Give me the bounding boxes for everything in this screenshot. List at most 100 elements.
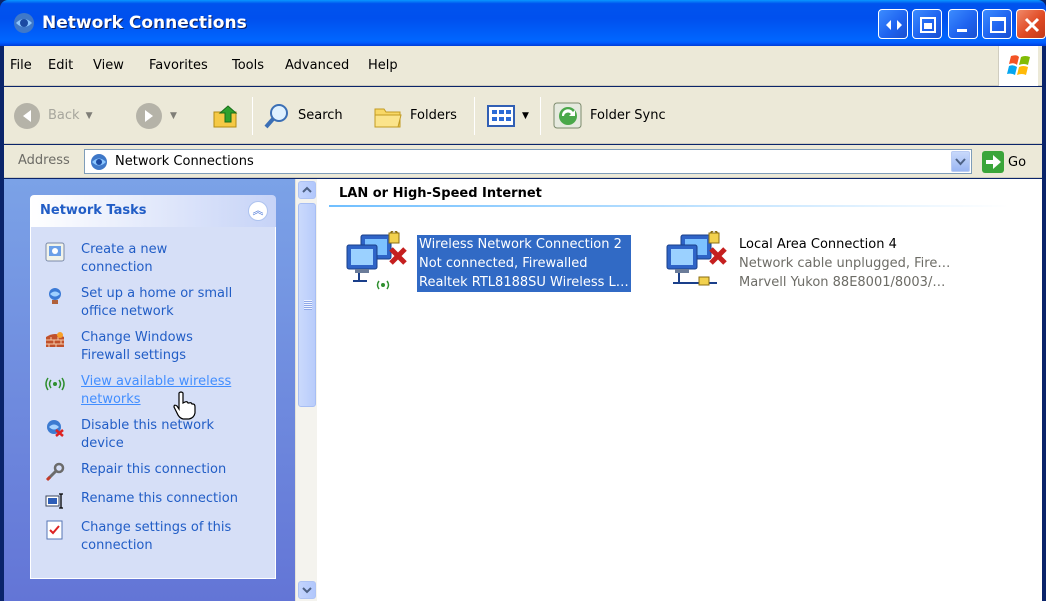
- task-change-settings[interactable]: Change settings of this connection: [45, 519, 270, 557]
- menu-view[interactable]: View: [93, 58, 124, 73]
- task-pane: Network Tasks ︽ Create a new connection: [4, 179, 295, 601]
- go-button[interactable]: Go: [982, 150, 1026, 174]
- connections-view[interactable]: LAN or High-Speed Internet Wireless Netw…: [317, 179, 1042, 601]
- back-dropdown-icon[interactable]: ▼: [86, 111, 93, 121]
- task-label: Firewall settings: [81, 348, 186, 363]
- menu-advanced[interactable]: Advanced: [285, 58, 349, 73]
- scroll-up-button[interactable]: [298, 181, 316, 199]
- connection-device: Realtek RTL8188SU Wireless L…: [417, 273, 631, 292]
- menu-favorites[interactable]: Favorites: [149, 58, 208, 73]
- wireless-icon: [45, 377, 65, 391]
- windows-flag-icon: [1007, 55, 1030, 75]
- up-folder-icon: [213, 104, 238, 127]
- collapse-chevron-icon[interactable]: ︽: [248, 201, 268, 221]
- task-label: View available wireless: [81, 374, 232, 389]
- task-set-up-home-network[interactable]: Set up a home or small office network: [45, 285, 270, 323]
- home-network-icon: [49, 288, 61, 304]
- back-label: Back: [48, 108, 80, 123]
- windows-logo: [998, 46, 1038, 86]
- minimize-icon: [957, 29, 967, 32]
- folder-sync-button[interactable]: Folder Sync: [552, 87, 666, 144]
- forward-dropdown-icon[interactable]: ▼: [170, 111, 177, 121]
- task-view-available-wireless-networks[interactable]: View available wireless networks: [45, 373, 270, 420]
- task-label: networks: [81, 392, 141, 407]
- folders-button[interactable]: Folders: [372, 87, 457, 144]
- scroll-down-button[interactable]: [298, 581, 316, 599]
- connection-device: Marvell Yukon 88E8001/8003/…: [739, 275, 946, 290]
- views-button[interactable]: ▼: [486, 87, 529, 144]
- task-label: Create a new: [81, 242, 168, 257]
- go-label: Go: [1008, 154, 1027, 170]
- repair-icon: [45, 462, 65, 482]
- task-rename-connection[interactable]: Rename this connection: [45, 490, 270, 512]
- connection-name: Local Area Connection 4: [739, 237, 897, 252]
- window-icon: [920, 17, 936, 33]
- views-dropdown-icon[interactable]: ▼: [522, 111, 529, 121]
- task-repair-connection[interactable]: Repair this connection: [45, 461, 270, 483]
- address-label: Address: [18, 153, 70, 168]
- network-tasks-title: Network Tasks: [40, 203, 147, 218]
- connection-details: Wireless Network Connection 2 Not connec…: [417, 235, 631, 292]
- arrows-icon: [886, 20, 902, 30]
- new-connection-icon: [45, 242, 65, 262]
- back-button[interactable]: Back ▼: [12, 87, 92, 144]
- close-button[interactable]: [1016, 9, 1046, 39]
- network-connections-icon: [91, 154, 107, 170]
- go-arrow-icon: [982, 151, 1004, 173]
- task-label: office network: [81, 304, 174, 319]
- address-bar: Address Network Connections Go: [4, 145, 1042, 178]
- network-tasks-list: Create a new connection Set up a home or…: [30, 227, 276, 579]
- toolbar-separator: [474, 97, 475, 135]
- task-label: Rename this connection: [81, 491, 238, 506]
- toolbar: Back ▼ ▼ Search Folders ▼ Folder Sync: [4, 87, 1042, 144]
- connection-local-area[interactable]: Local Area Connection 4 Network cable un…: [659, 231, 979, 291]
- address-dropdown-button[interactable]: [951, 151, 970, 172]
- task-create-new-connection[interactable]: Create a new connection: [45, 241, 270, 279]
- window-title: Network Connections: [42, 13, 247, 33]
- task-label: Disable this network: [81, 418, 215, 433]
- network-tasks-header[interactable]: Network Tasks ︽: [30, 195, 276, 227]
- window: Network Connections File Edit View Favor…: [0, 0, 1046, 601]
- task-label: device: [81, 436, 124, 451]
- firewall-icon: [46, 332, 64, 347]
- task-label: Change Windows: [81, 330, 193, 345]
- settings-icon: [46, 520, 63, 540]
- forward-button[interactable]: ▼: [134, 87, 177, 144]
- title-bar[interactable]: Network Connections: [0, 0, 1046, 46]
- task-label: connection: [81, 538, 153, 553]
- help-context-button[interactable]: [878, 9, 908, 39]
- network-connections-icon: [14, 13, 34, 33]
- scroll-thumb[interactable]: [298, 203, 316, 407]
- task-disable-network-device[interactable]: Disable this network device: [45, 417, 270, 455]
- disable-device-icon: [47, 420, 64, 437]
- menu-help[interactable]: Help: [368, 58, 398, 73]
- maximize-button[interactable]: [982, 9, 1012, 39]
- connection-status: Not connected, Firewalled: [417, 254, 631, 273]
- rename-icon: [45, 493, 63, 509]
- menu-file[interactable]: File: [10, 58, 32, 73]
- close-icon: [1024, 17, 1040, 33]
- task-pane-scrollbar[interactable]: [295, 179, 317, 601]
- menu-tools[interactable]: Tools: [232, 58, 264, 73]
- group-divider: [329, 205, 1009, 207]
- minimize-button[interactable]: [948, 9, 978, 39]
- wireless-connection-icon: [346, 231, 407, 290]
- restore-tile-button[interactable]: [912, 9, 942, 39]
- task-label: Change settings of this: [81, 520, 232, 535]
- task-change-firewall-settings[interactable]: Change Windows Firewall settings: [45, 329, 270, 367]
- task-label: Repair this connection: [81, 462, 227, 477]
- connection-details: Local Area Connection 4 Network cable un…: [737, 235, 952, 292]
- connection-status: Network cable unplugged, Fire…: [739, 256, 951, 271]
- connection-wireless[interactable]: Wireless Network Connection 2 Not connec…: [339, 231, 659, 292]
- search-button[interactable]: Search: [262, 87, 343, 144]
- forward-arrow-icon: [136, 102, 162, 129]
- address-value: Network Connections: [115, 154, 254, 169]
- search-label: Search: [298, 108, 343, 123]
- chevron-down-icon: [955, 158, 966, 166]
- connection-name: Wireless Network Connection 2: [417, 235, 631, 254]
- menu-edit[interactable]: Edit: [48, 58, 73, 73]
- toolbar-separator: [540, 97, 541, 135]
- up-folder-button[interactable]: [210, 87, 242, 144]
- back-arrow-icon: [14, 102, 40, 129]
- address-input[interactable]: Network Connections: [84, 149, 972, 174]
